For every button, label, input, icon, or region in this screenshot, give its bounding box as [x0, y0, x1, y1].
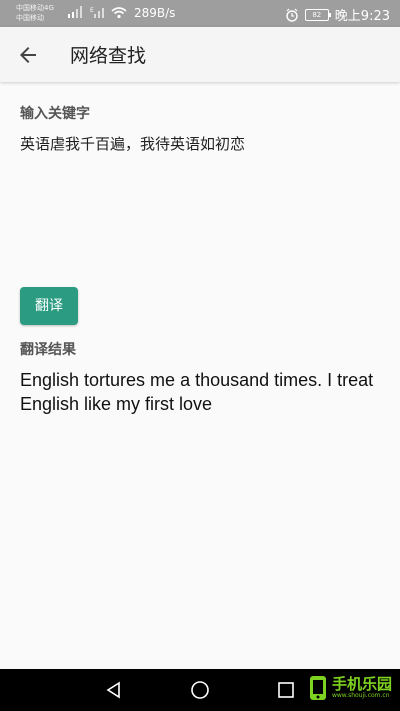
watermark: 手机乐园 www.shouji.com.cn [307, 675, 392, 701]
signal-2-icon: E [90, 7, 104, 18]
signal-icon [68, 6, 82, 18]
carrier-2: 中国移动 [16, 14, 44, 22]
page-title: 网络查找 [70, 45, 147, 67]
alarm-icon [286, 8, 298, 22]
input-label: 输入关键字 [20, 106, 90, 122]
carrier-info: 中国移动4G 中国移动 [16, 3, 54, 23]
svg-text:E: E [90, 7, 94, 14]
back-triangle-icon[interactable] [104, 680, 124, 700]
keyword-input[interactable]: 英语虐我千百遍，我待英语如初恋 [20, 133, 245, 154]
result-label: 翻译结果 [20, 342, 76, 358]
watermark-text: 手机乐园 [331, 675, 392, 693]
navigation-bar: 手机乐园 www.shouji.com.cn [0, 669, 400, 711]
watermark-url: www.shouji.com.cn [331, 692, 390, 699]
clock: 晚上9:23 [334, 9, 390, 24]
battery-icon: 82 [304, 8, 331, 21]
carrier-1: 中国移动4G [16, 4, 54, 12]
translation-result: English tortures me a thousand times. I … [20, 370, 374, 414]
translate-button[interactable]: 翻译 [20, 287, 78, 325]
back-arrow-icon[interactable] [16, 43, 40, 67]
home-circle-icon[interactable] [190, 680, 210, 700]
network-speed: 289B/s [134, 6, 176, 20]
recents-square-icon[interactable] [276, 680, 296, 700]
status-bar: 中国移动4G 中国移动 E 289B/s 82 晚上9:23 [0, 0, 400, 27]
watermark-logo-icon [309, 676, 326, 700]
app-bar: 网络查找 [0, 27, 400, 82]
wifi-icon [111, 7, 127, 19]
